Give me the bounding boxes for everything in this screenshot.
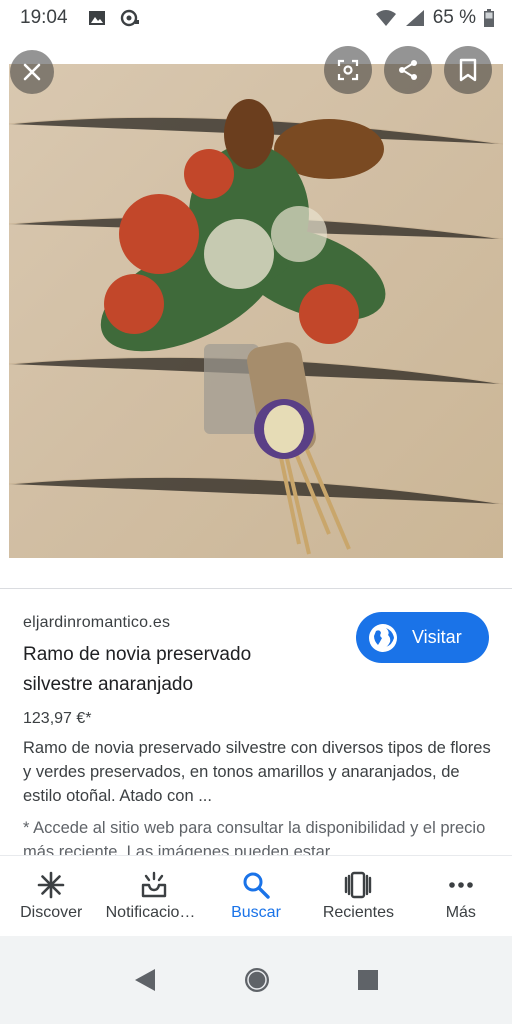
discover-icon: [37, 871, 65, 898]
close-icon: [23, 63, 41, 81]
back-icon[interactable]: [133, 967, 157, 993]
nav-label-search: Buscar: [231, 903, 281, 921]
recents-icon: [345, 871, 372, 898]
home-icon[interactable]: [243, 966, 271, 994]
lens-button[interactable]: [324, 46, 372, 94]
nav-item-search[interactable]: Buscar: [205, 856, 307, 935]
nav-item-more[interactable]: Más: [410, 856, 512, 935]
result-price: 123,97 €*: [23, 710, 92, 727]
battery-percentage: 65 %: [432, 7, 476, 28]
lens-icon: [337, 59, 359, 81]
nav-item-discover[interactable]: Discover: [0, 856, 102, 935]
battery-icon: [484, 9, 494, 27]
more-icon: [449, 881, 473, 888]
notifications-icon: [141, 871, 166, 897]
result-notice-container: * Accede al sitio web para consultar la …: [23, 816, 493, 856]
assistant-notification-icon: [120, 9, 139, 27]
close-button[interactable]: [10, 50, 54, 94]
nav-label-discover: Discover: [20, 903, 83, 921]
share-icon: [399, 60, 417, 80]
bookmark-icon: [459, 58, 477, 82]
visit-button[interactable]: Visitar: [356, 612, 489, 663]
result-title[interactable]: Ramo de novia preservado silvestre anara…: [23, 640, 323, 700]
bottom-navigation: Discover Notificaciones Buscar Recientes…: [0, 855, 512, 935]
save-button[interactable]: [444, 46, 492, 94]
image-notification-icon: [88, 11, 105, 25]
system-navigation-bar: [0, 936, 512, 1024]
nav-item-notifications[interactable]: Notificaciones: [102, 856, 204, 935]
wifi-icon: [375, 10, 396, 26]
image-viewer: [0, 36, 512, 586]
nav-label-notifications: Notificaciones: [105, 903, 202, 921]
status-system-icons: 65 %: [375, 7, 494, 29]
status-bar: 19:04 65 %: [0, 0, 512, 36]
overview-icon[interactable]: [357, 969, 379, 991]
status-notification-icons: [88, 9, 140, 27]
globe-icon: [369, 623, 397, 652]
nav-label-recents: Recientes: [322, 903, 394, 921]
bouquet-photo[interactable]: [9, 64, 503, 558]
divider: [0, 588, 512, 589]
visit-label: Visitar: [412, 627, 462, 647]
status-time: 19:04: [20, 7, 68, 28]
result-domain[interactable]: eljardinromantico.es: [23, 614, 170, 632]
nav-label-more: Más: [445, 903, 476, 921]
bouquet-illustration: [9, 64, 503, 558]
nav-item-recents[interactable]: Recientes: [307, 856, 409, 935]
result-notice: * Accede al sitio web para consultar la …: [23, 819, 486, 856]
signal-icon: [405, 10, 424, 26]
search-icon: [243, 872, 270, 899]
result-description: Ramo de novia preservado silvestre con d…: [23, 739, 491, 805]
share-button[interactable]: [384, 46, 432, 94]
